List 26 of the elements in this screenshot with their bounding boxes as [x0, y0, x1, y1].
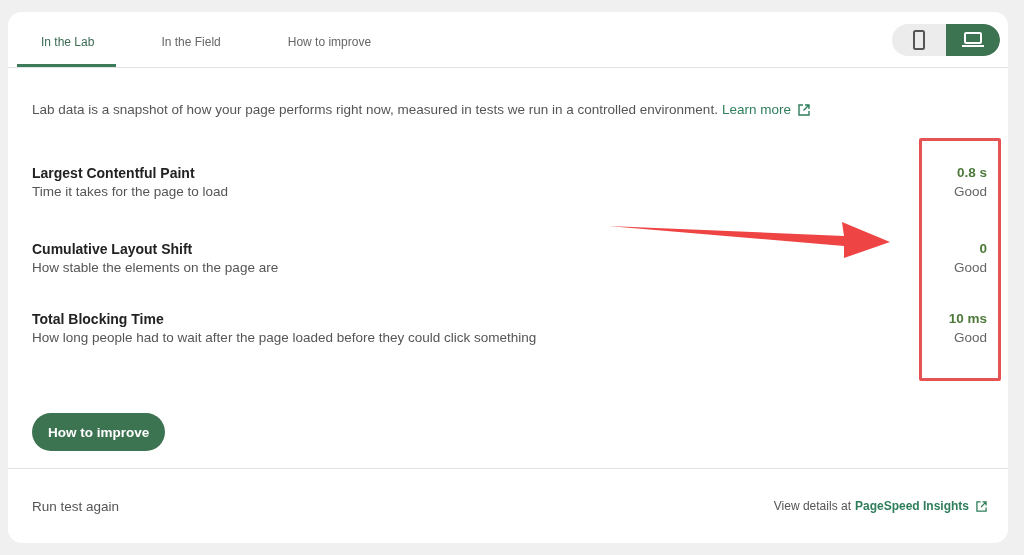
tab[interactable]: In the Lab — [17, 12, 117, 67]
metric-description: How long people had to wait after the page loaded before they could click something — [32, 329, 538, 347]
metric-name: Largest Contentful Paint — [32, 164, 196, 182]
metric-value: 0.8 s — [955, 164, 987, 182]
metric-description: Time it takes for the page to load — [32, 183, 230, 201]
laptop-button[interactable] — [946, 23, 1000, 56]
laptop-icon — [962, 31, 984, 48]
external-link-icon — [976, 500, 987, 512]
metric-rating: Good — [952, 329, 987, 347]
tab[interactable]: How to improve — [263, 12, 394, 67]
metric-name: Cumulative Layout Shift — [32, 240, 194, 258]
metric-value: 0 — [978, 240, 987, 258]
metric-value: 10 ms — [947, 310, 987, 328]
metric-description: How stable the elements on the page are — [32, 259, 280, 277]
pagespeed-insights-link[interactable]: PageSpeed Insights — [854, 499, 969, 513]
intro-text: Lab data is a snapshot of how your page performs right now, measured in tests we run in a controlled environment. — [32, 101, 718, 119]
metric-rating: Good — [952, 183, 987, 201]
tab[interactable]: In the Field — [137, 12, 243, 67]
external-link-icon — [797, 104, 810, 116]
how-to-improve-button[interactable]: How to improve — [32, 413, 166, 451]
run-test-again-link[interactable]: Run test again — [32, 498, 120, 514]
learn-more-link[interactable]: Learn more — [721, 100, 791, 120]
phone-icon — [913, 29, 925, 50]
metric-name: Total Blocking Time — [32, 310, 165, 328]
details-text: View details at — [773, 499, 851, 513]
metric-rating: Good — [952, 259, 987, 277]
